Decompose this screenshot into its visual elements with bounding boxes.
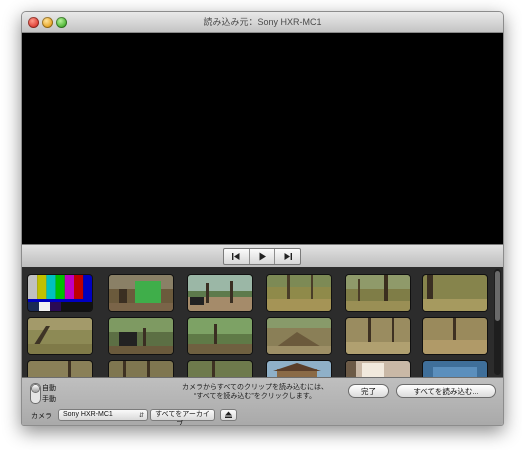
select-arrows-icon: ⇵: [138, 413, 144, 419]
import-controls: 自動 手動 カメラからすべてのクリップを読み込むには、 “すべてを読み込む”をク…: [22, 377, 503, 425]
camera-label: カメラ: [31, 413, 52, 420]
forest-clip-thumbnail: [267, 275, 331, 311]
forest-clip-thumbnail: [188, 361, 252, 377]
archive-all-button[interactable]: すべてをアーカイブ...: [150, 409, 215, 425]
import-all-button[interactable]: すべてを読み込む...: [396, 384, 496, 398]
clip-thumbnail[interactable]: [188, 318, 252, 354]
forest-clip-thumbnail: [109, 275, 173, 311]
clip-thumbnail[interactable]: [109, 275, 173, 311]
clip-thumbnail[interactable]: [28, 275, 92, 311]
transport-controls: [223, 248, 301, 265]
skip-back-icon: [232, 253, 240, 260]
blue-wall-clip-thumbnail: [423, 361, 487, 377]
clip-thumbnail[interactable]: [188, 361, 252, 377]
clip-thumbnail[interactable]: [346, 275, 410, 311]
clip-thumbnail[interactable]: [267, 318, 331, 354]
forest-clip-thumbnail: [346, 275, 410, 311]
switch-knob[interactable]: [32, 385, 39, 392]
clip-thumbnail[interactable]: [267, 275, 331, 311]
eject-button[interactable]: [220, 409, 237, 421]
skip-forward-icon: [284, 253, 292, 260]
forest-clip-thumbnail: [109, 361, 173, 377]
color-bars-thumbnail: [28, 275, 92, 311]
video-viewer: [22, 33, 503, 244]
forest-clip-thumbnail: [423, 318, 487, 354]
eject-icon: [225, 411, 232, 418]
title-bar: 読み込み元：Sony HXR-MC1: [22, 12, 503, 33]
building-clip-thumbnail: [346, 361, 410, 377]
clip-thumbnail[interactable]: [423, 318, 487, 354]
clip-thumbnail[interactable]: [188, 275, 252, 311]
auto-label: 自動: [42, 385, 56, 392]
forest-clip-thumbnail: [346, 318, 410, 354]
camera-select[interactable]: Sony HXR-MC1 ⇵: [58, 409, 148, 421]
next-clip-button[interactable]: [275, 249, 300, 264]
clip-thumbnail[interactable]: [346, 361, 410, 377]
previous-clip-button[interactable]: [224, 249, 250, 264]
transport-bar: [22, 244, 503, 268]
clip-thumbnail[interactable]: [267, 361, 331, 377]
import-hint-line-2: “すべてを読み込む”をクリックします。: [193, 393, 317, 400]
forest-clip-thumbnail: [188, 275, 252, 311]
clip-thumbnail[interactable]: [423, 361, 487, 377]
house-clip-thumbnail: [267, 361, 331, 377]
manual-label: 手動: [42, 396, 56, 403]
clip-thumbnail[interactable]: [109, 318, 173, 354]
clip-thumbnail[interactable]: [109, 361, 173, 377]
import-hint: カメラからすべてのクリップを読み込むには、 “すべてを読み込む”をクリックします…: [160, 383, 350, 401]
clip-thumbnail[interactable]: [28, 318, 92, 354]
forest-clip-thumbnail: [28, 318, 92, 354]
clip-browser-scrollbar[interactable]: [494, 269, 501, 375]
clip-browser: [22, 267, 503, 377]
window-title: 読み込み元：Sony HXR-MC1: [203, 17, 322, 27]
forest-clip-thumbnail: [188, 318, 252, 354]
play-icon: [259, 252, 266, 261]
forest-clip-thumbnail: [267, 318, 331, 354]
play-button[interactable]: [250, 249, 276, 264]
forest-clip-thumbnail: [423, 275, 487, 311]
camera-select-value: Sony HXR-MC1: [63, 411, 113, 418]
clip-thumbnail[interactable]: [423, 275, 487, 311]
import-hint-line-1: カメラからすべてのクリップを読み込むには、: [181, 384, 329, 391]
auto-manual-switch[interactable]: [30, 383, 41, 404]
clip-thumbnail[interactable]: [28, 361, 92, 377]
clip-thumbnail[interactable]: [346, 318, 410, 354]
forest-clip-thumbnail: [28, 361, 92, 377]
import-window: 読み込み元：Sony HXR-MC1 自動 手動 カメラからすべてのクリップを読…: [21, 11, 504, 426]
done-button[interactable]: 完了: [348, 384, 389, 398]
forest-clip-thumbnail: [109, 318, 173, 354]
scrollbar-thumb[interactable]: [495, 271, 500, 321]
